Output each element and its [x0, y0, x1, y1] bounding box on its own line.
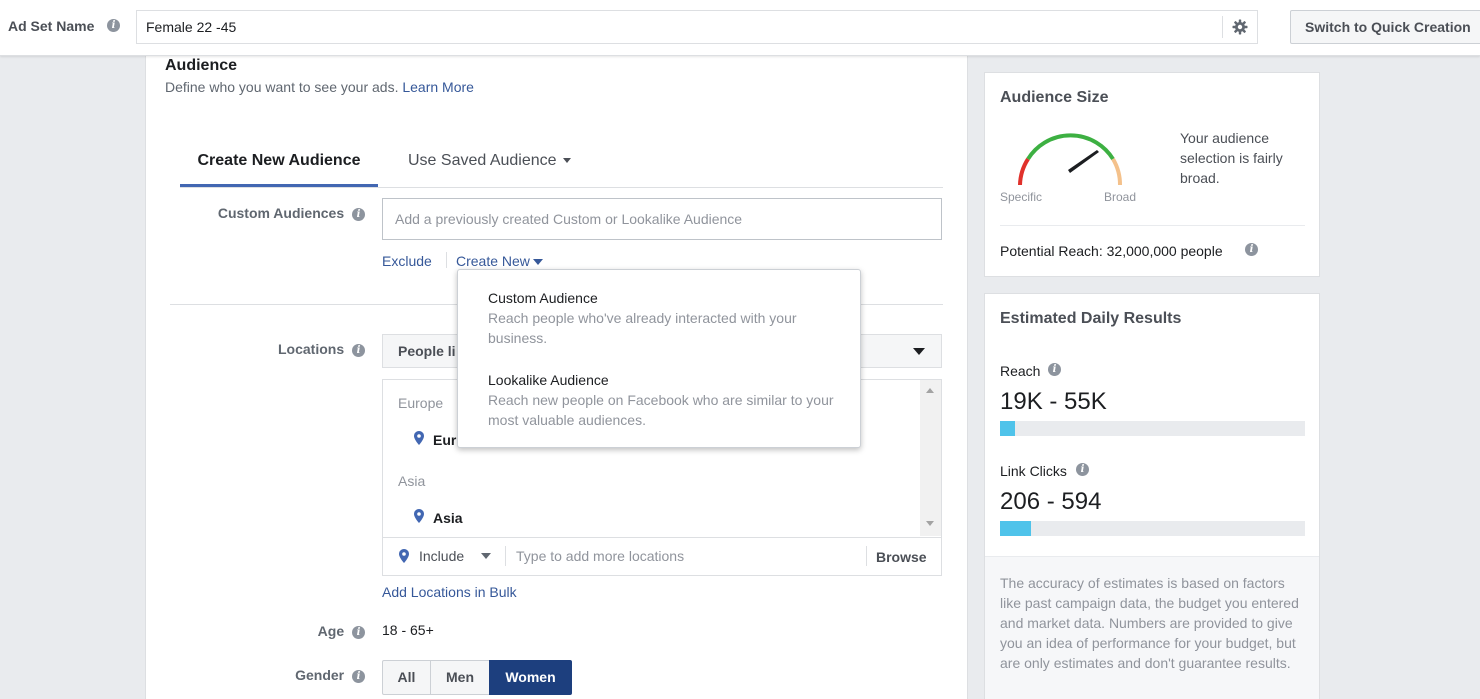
include-select[interactable]: Include: [419, 548, 464, 564]
caret-down-icon: [562, 158, 571, 164]
learn-more-link[interactable]: Learn More: [402, 79, 474, 95]
label-text: Age: [317, 623, 345, 639]
info-icon[interactable]: i: [352, 625, 365, 639]
location-pin-icon: [414, 509, 424, 523]
ad-set-name-label: Ad Set Name: [8, 18, 95, 34]
browse-button[interactable]: Browse: [876, 549, 927, 565]
divider: [866, 546, 867, 566]
info-icon[interactable]: i: [1048, 363, 1061, 376]
region-label-europe: Europe: [398, 395, 444, 411]
info-icon[interactable]: i: [1245, 243, 1258, 256]
estimated-results-title: Estimated Daily Results: [1000, 310, 1182, 327]
locations-label: Locations i: [170, 341, 365, 357]
add-locations-bulk-link[interactable]: Add Locations in Bulk: [382, 584, 517, 600]
create-new-label: Create New: [456, 253, 530, 269]
tab-label: Use Saved Audience: [408, 152, 557, 169]
gauge-specific-label: Specific: [1000, 190, 1043, 204]
info-icon[interactable]: i: [352, 343, 365, 357]
gauge-broad-label: Broad: [1104, 190, 1137, 204]
reach-label: Reach: [1000, 363, 1041, 379]
gender-label: Gender i: [170, 667, 365, 683]
tabs-divider: [180, 187, 943, 188]
ad-set-name-input[interactable]: Female 22 -45: [136, 10, 1258, 44]
link-clicks-label: Link Clicks: [1000, 463, 1067, 479]
divider: [446, 252, 447, 268]
divider: [505, 546, 506, 566]
tab-use-saved-audience[interactable]: Use Saved Audience: [408, 150, 571, 172]
reach-range: 19K - 55K: [1000, 388, 1107, 415]
custom-audiences-label: Custom Audiences i: [170, 205, 365, 221]
top-bar: Ad Set Name i Female 22 -45 Switch to Qu…: [0, 0, 1480, 56]
location-search-input[interactable]: Type to add more locations: [516, 548, 684, 564]
audience-size-title: Audience Size: [1000, 89, 1109, 106]
label-text: Gender: [295, 667, 345, 683]
gauge-needle: [1068, 150, 1099, 173]
menu-item-lookalike-audience[interactable]: Lookalike Audience: [488, 372, 609, 388]
link-clicks-bar: [1000, 521, 1305, 536]
label-text: Custom Audiences: [217, 205, 345, 221]
caret-down-icon[interactable]: [913, 348, 925, 355]
region-label-asia: Asia: [398, 473, 426, 489]
caret-down-icon: [532, 259, 543, 266]
gender-men-button[interactable]: Men: [430, 660, 490, 695]
location-pin-icon: [399, 549, 409, 563]
divider: [1222, 16, 1223, 38]
scroll-down-icon[interactable]: [926, 521, 934, 526]
info-icon[interactable]: i: [1076, 463, 1089, 476]
gender-women-button[interactable]: Women: [489, 660, 572, 695]
caret-down-icon[interactable]: [481, 553, 491, 559]
reach-bar: [1000, 421, 1305, 436]
info-icon[interactable]: i: [107, 19, 120, 32]
switch-quick-creation-button[interactable]: Switch to Quick Creation: [1290, 10, 1480, 44]
section-subtitle: Define who you want to see your ads. Lea…: [165, 79, 474, 95]
reach-bar-fill: [1000, 421, 1016, 436]
link-clicks-bar-fill: [1000, 521, 1031, 536]
scroll-up-icon[interactable]: [926, 388, 934, 393]
link-clicks-range: 206 - 594: [1000, 488, 1102, 515]
create-new-dropdown[interactable]: Create New: [456, 253, 543, 269]
section-title: Audience: [165, 57, 238, 74]
divider: [1000, 225, 1305, 226]
info-icon[interactable]: i: [352, 207, 365, 221]
location-pin-icon: [414, 431, 424, 445]
scrollbar[interactable]: [920, 380, 941, 536]
tab-create-new-audience[interactable]: Create New Audience: [180, 150, 378, 187]
subtitle-text: Define who you want to see your ads.: [165, 79, 399, 95]
audience-gauge: [1018, 133, 1123, 186]
menu-item-description[interactable]: Reach new people on Facebook who are sim…: [488, 390, 838, 430]
info-icon[interactable]: i: [352, 669, 365, 683]
label-text: Locations: [277, 341, 345, 357]
age-range-value[interactable]: 18 - 65+: [382, 622, 434, 638]
create-new-menu: Custom Audience Reach people who've alre…: [457, 269, 861, 448]
audience-size-description: Your audience selection is fairly broad.: [1180, 130, 1283, 186]
menu-item-description[interactable]: Reach people who've already interacted w…: [488, 308, 838, 348]
location-item: Asia: [433, 510, 463, 526]
estimate-disclaimer: The accuracy of estimates is based on fa…: [1000, 575, 1299, 671]
location-item: Eur: [433, 432, 457, 448]
gender-all-button[interactable]: All: [382, 660, 431, 695]
gear-icon[interactable]: [1232, 19, 1248, 35]
potential-reach-text: Potential Reach: 32,000,000 people: [1000, 243, 1223, 259]
menu-item-custom-audience[interactable]: Custom Audience: [488, 290, 598, 306]
age-label: Age i: [170, 623, 365, 639]
custom-audience-input[interactable]: Add a previously created Custom or Looka…: [382, 198, 942, 240]
exclude-link[interactable]: Exclude: [382, 253, 432, 269]
